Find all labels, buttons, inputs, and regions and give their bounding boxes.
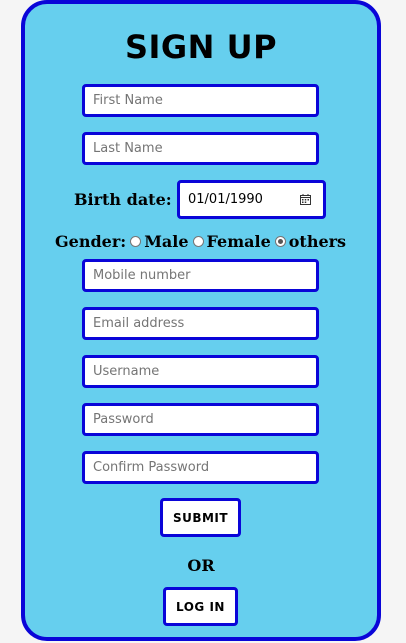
confirm-password-field[interactable] xyxy=(82,451,319,484)
gender-radio-female[interactable] xyxy=(192,236,204,247)
signup-card: SIGN UP Birth date: 01/01/1990 Gender: M… xyxy=(21,0,381,641)
gender-radio-others[interactable] xyxy=(274,236,286,247)
login-button[interactable]: LOG IN xyxy=(163,587,238,626)
password-field[interactable] xyxy=(82,403,319,436)
mobile-number-field[interactable] xyxy=(82,259,319,292)
gender-row: Gender: Male Female others xyxy=(55,232,346,251)
first-name-field[interactable] xyxy=(82,84,319,117)
gender-option-female[interactable]: Female xyxy=(207,232,271,251)
calendar-icon[interactable] xyxy=(300,194,311,205)
gender-label: Gender: xyxy=(55,232,127,251)
birth-date-value: 01/01/1990 xyxy=(188,192,263,207)
username-field[interactable] xyxy=(82,355,319,388)
submit-button[interactable]: SUBMIT xyxy=(160,498,241,537)
gender-radio-male[interactable] xyxy=(130,236,142,247)
email-field[interactable] xyxy=(82,307,319,340)
or-divider-text: OR xyxy=(187,556,215,575)
page-title: SIGN UP xyxy=(124,28,278,66)
birth-date-label: Birth date: xyxy=(74,190,172,209)
gender-option-others[interactable]: others xyxy=(289,232,346,251)
birth-date-field[interactable]: 01/01/1990 xyxy=(177,180,326,219)
gender-option-male[interactable]: Male xyxy=(144,232,188,251)
last-name-field[interactable] xyxy=(82,132,319,165)
